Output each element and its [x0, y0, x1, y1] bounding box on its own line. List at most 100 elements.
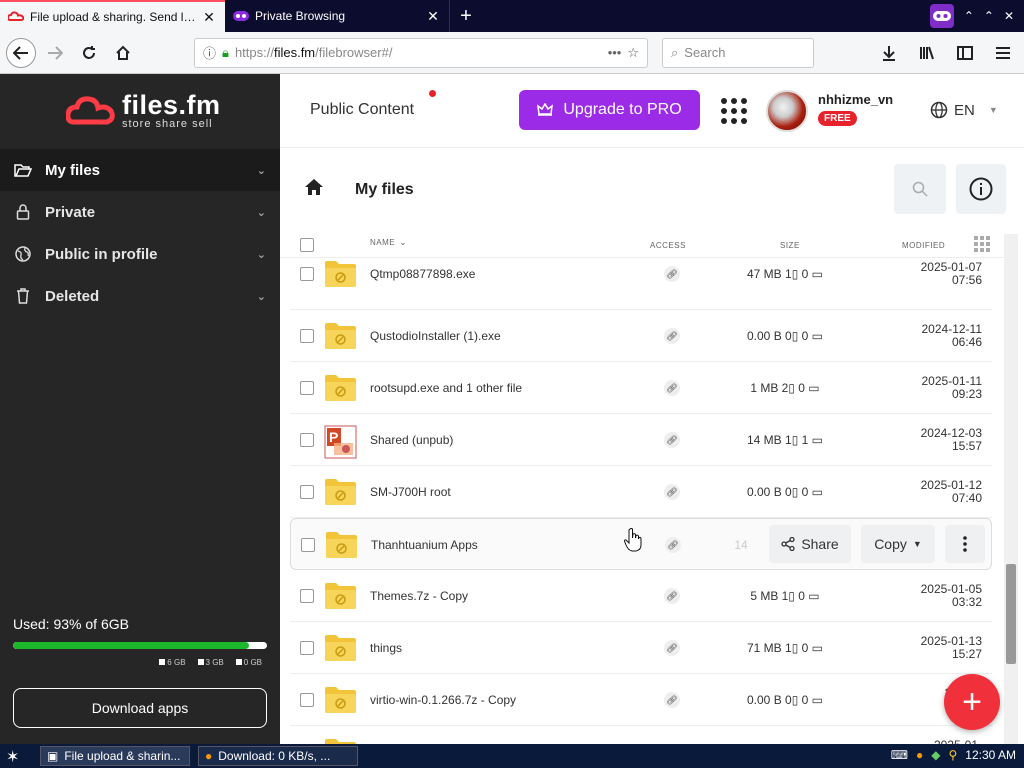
sidebar-item-deleted[interactable]: Deleted ⌄: [0, 275, 280, 317]
search-button[interactable]: [894, 164, 946, 214]
link-access-icon[interactable]: 🔗︎: [664, 328, 680, 344]
upgrade-to-pro-button[interactable]: Upgrade to PRO: [519, 90, 700, 130]
taskbar-item-download[interactable]: ● Download: 0 KB/s, ...: [198, 746, 358, 766]
link-access-icon[interactable]: 🔗︎: [665, 537, 681, 553]
row-checkbox[interactable]: [300, 433, 314, 447]
downloads-button[interactable]: [874, 38, 904, 68]
file-name[interactable]: Qtmp08877898.exe: [370, 267, 475, 281]
powerpoint-file-icon[interactable]: P: [324, 425, 357, 459]
table-row[interactable]: things 🔗︎ 71 MB 1▯ 0 ▭ 2025-01-13 15:27: [290, 622, 992, 674]
row-checkbox[interactable]: [300, 381, 314, 395]
maximize-icon[interactable]: ⌃: [984, 9, 994, 23]
add-fab-button[interactable]: +: [944, 674, 1000, 730]
table-row[interactable]: SM-J700H root 🔗︎ 0.00 B 0▯ 0 ▭ 2025-01-12 07…: [290, 466, 992, 518]
download-apps-button[interactable]: Download apps: [13, 688, 267, 728]
folder-icon[interactable]: [324, 685, 357, 715]
folder-icon[interactable]: [325, 530, 358, 560]
avatar[interactable]: [766, 90, 808, 132]
link-access-icon[interactable]: 🔗︎: [664, 640, 680, 656]
close-window-icon[interactable]: ✕: [1004, 9, 1014, 23]
close-tab-icon[interactable]: ✕: [201, 9, 217, 26]
tray-firefox-icon[interactable]: ●: [916, 748, 923, 762]
info-icon[interactable]: ⓘ: [203, 43, 216, 62]
file-name[interactable]: Thanhtuanium Apps: [371, 538, 478, 552]
link-access-icon[interactable]: 🔗︎: [664, 484, 680, 500]
grid-view-icon[interactable]: [974, 236, 990, 252]
link-access-icon[interactable]: 🔗︎: [664, 432, 680, 448]
row-checkbox[interactable]: [300, 589, 314, 603]
folder-icon[interactable]: [324, 737, 357, 744]
table-row[interactable]: Qtmp08877898.exe 🔗︎ 47 MB 1▯ 0 ▭ 2025-01-07…: [290, 258, 992, 310]
column-modified[interactable]: MODIFIED: [902, 241, 945, 250]
row-checkbox[interactable]: [301, 538, 315, 552]
language-selector[interactable]: EN ▼: [930, 101, 998, 119]
file-name[interactable]: Shared (unpub): [370, 433, 453, 447]
folder-icon[interactable]: [324, 373, 357, 403]
back-button[interactable]: [6, 37, 36, 68]
row-checkbox[interactable]: [300, 267, 314, 281]
new-tab-button[interactable]: +: [450, 0, 482, 32]
apps-grid-icon[interactable]: [721, 98, 747, 124]
row-checkbox[interactable]: [300, 485, 314, 499]
username[interactable]: nhhizme_vn: [818, 92, 893, 107]
url-bar[interactable]: ⓘ 🔒︎ https://files.fm/filebrowser#/ ••• …: [194, 37, 648, 68]
reload-button[interactable]: [74, 38, 104, 68]
keyboard-icon[interactable]: ⌨: [891, 748, 908, 762]
link-access-icon[interactable]: 🔗︎: [664, 692, 680, 708]
network-icon[interactable]: ◆: [931, 748, 940, 762]
files-fm-logo[interactable]: files.fm store share sell: [66, 92, 221, 130]
table-row[interactable]: Themes.7z - Copy 🔗︎ 5 MB 1▯ 0 ▭ 2025-01-05 0…: [290, 570, 992, 622]
file-name[interactable]: SM-J700H root: [370, 485, 451, 499]
sidebar-item-my-files[interactable]: My files ⌄: [0, 149, 280, 191]
file-name[interactable]: QustodioInstaller (1).exe: [370, 329, 501, 343]
home-icon[interactable]: [304, 178, 324, 199]
menu-button[interactable]: [988, 38, 1018, 68]
close-tab-icon[interactable]: ✕: [425, 8, 441, 25]
scrollbar[interactable]: [1004, 234, 1018, 744]
sidebar-toggle-button[interactable]: [950, 38, 980, 68]
row-checkbox[interactable]: [300, 693, 314, 707]
more-options-button[interactable]: [945, 525, 985, 563]
folder-icon[interactable]: [324, 633, 357, 663]
file-name[interactable]: things: [370, 641, 402, 655]
library-button[interactable]: [912, 38, 942, 68]
table-row[interactable]: QustodioInstaller (1).exe 🔗︎ 0.00 B 0▯ 0 ▭…: [290, 310, 992, 362]
table-row[interactable]: virtio-win-0.1.266.7z - Copy 🔗︎ 0.00 B 0▯ …: [290, 674, 992, 726]
link-access-icon[interactable]: 🔗︎: [664, 380, 680, 396]
folder-icon[interactable]: [324, 259, 357, 289]
bookmark-star-icon[interactable]: ☆: [627, 45, 639, 61]
folder-icon[interactable]: [324, 477, 357, 507]
minimize-icon[interactable]: ⌃: [964, 9, 974, 23]
link-access-icon[interactable]: 🔗︎: [664, 266, 680, 282]
scrollbar-thumb[interactable]: [1006, 564, 1016, 664]
row-checkbox[interactable]: [300, 641, 314, 655]
home-button[interactable]: [108, 38, 138, 68]
page-actions-icon[interactable]: •••: [608, 45, 622, 60]
table-row[interactable]: rootsupd.exe and 1 other file 🔗︎ 1 MB 2▯ 0…: [290, 362, 992, 414]
folder-icon[interactable]: [324, 321, 357, 351]
public-content-link[interactable]: Public Content: [310, 101, 414, 119]
file-name[interactable]: Themes.7z - Copy: [370, 589, 468, 603]
share-button[interactable]: Share: [769, 525, 851, 563]
folder-icon[interactable]: [324, 581, 357, 611]
table-row[interactable]: P Shared (unpub) 🔗︎ 14 MB 1▯ 1 ▭ 2024-12-03 1…: [290, 414, 992, 466]
copy-dropdown-button[interactable]: Copy ▼: [861, 525, 935, 563]
tab-files-fm[interactable]: File upload & sharing. Send large files …: [0, 0, 225, 32]
forward-button[interactable]: [40, 38, 70, 68]
file-name[interactable]: virtio-win-0.1.266.7z - Copy: [370, 693, 516, 707]
breadcrumb[interactable]: My files: [355, 181, 414, 199]
row-checkbox[interactable]: [300, 329, 314, 343]
tab-private-browsing[interactable]: Private Browsing ✕: [225, 0, 450, 32]
search-tray-icon[interactable]: ⚲: [949, 748, 958, 762]
sidebar-item-public-in-profile[interactable]: Public in profile ⌄: [0, 233, 280, 275]
taskbar-item-browser[interactable]: ▣ File upload & sharin...: [40, 746, 190, 766]
column-name[interactable]: NAME ⌄: [370, 237, 407, 248]
sidebar-item-private[interactable]: Private ⌄: [0, 191, 280, 233]
column-size[interactable]: SIZE: [780, 241, 800, 250]
select-all-checkbox[interactable]: [300, 238, 314, 252]
table-row[interactable]: Windows NT 5.1🔗︎192 MB 2▯ 0 ▭2025-01-07:…: [290, 726, 992, 744]
info-button[interactable]: [956, 164, 1006, 214]
link-access-icon[interactable]: 🔗︎: [664, 588, 680, 604]
search-field[interactable]: ⌕ Search: [662, 37, 814, 68]
start-star-icon[interactable]: ✶: [6, 747, 19, 767]
